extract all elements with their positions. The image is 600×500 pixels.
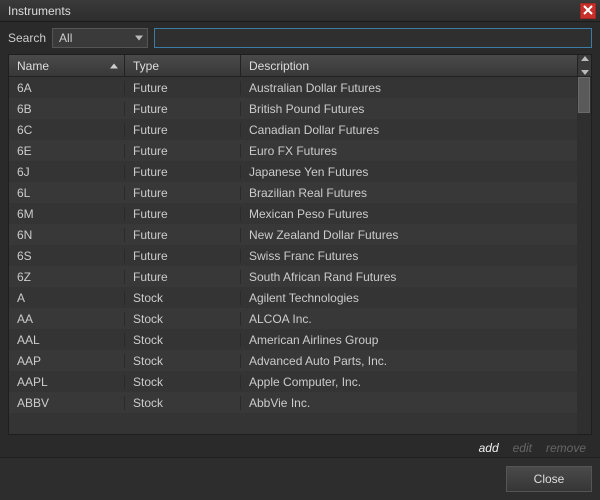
table-row[interactable]: 6NFutureNew Zealand Dollar Futures (9, 224, 577, 245)
table-row[interactable]: 6JFutureJapanese Yen Futures (9, 161, 577, 182)
column-header-description-label: Description (249, 59, 309, 73)
cell-description: Euro FX Futures (241, 144, 577, 158)
cell-name: 6Z (9, 270, 125, 284)
cell-type: Future (125, 228, 241, 242)
table-row[interactable]: ABBVStockAbbVie Inc. (9, 392, 577, 413)
table-row[interactable]: 6AFutureAustralian Dollar Futures (9, 77, 577, 98)
instruments-table: Name Type Description 6AFutureAustralian… (8, 54, 592, 435)
vertical-scrollbar[interactable] (577, 77, 591, 434)
table-row[interactable]: 6CFutureCanadian Dollar Futures (9, 119, 577, 140)
column-header-name-label: Name (17, 59, 49, 73)
table-row[interactable]: 6LFutureBrazilian Real Futures (9, 182, 577, 203)
cell-type: Future (125, 207, 241, 221)
cell-description: Australian Dollar Futures (241, 81, 577, 95)
cell-type: Future (125, 81, 241, 95)
add-link[interactable]: add (479, 441, 499, 455)
scroll-buttons (577, 55, 591, 76)
cell-type: Future (125, 249, 241, 263)
table-row[interactable]: 6EFutureEuro FX Futures (9, 140, 577, 161)
cell-name: AAL (9, 333, 125, 347)
cell-description: British Pound Futures (241, 102, 577, 116)
cell-description: AbbVie Inc. (241, 396, 577, 410)
cell-type: Stock (125, 333, 241, 347)
cell-type: Stock (125, 312, 241, 326)
cell-type: Stock (125, 354, 241, 368)
cell-name: 6N (9, 228, 125, 242)
cell-name: 6M (9, 207, 125, 221)
column-header-type-label: Type (133, 59, 159, 73)
table-header: Name Type Description (9, 55, 591, 77)
cell-type: Future (125, 186, 241, 200)
cell-type: Future (125, 270, 241, 284)
cell-description: Agilent Technologies (241, 291, 577, 305)
table-row[interactable]: AAPLStockApple Computer, Inc. (9, 371, 577, 392)
cell-name: AAP (9, 354, 125, 368)
search-input[interactable] (154, 28, 592, 48)
column-header-name[interactable]: Name (9, 55, 125, 76)
titlebar[interactable]: Instruments (0, 0, 600, 22)
cell-type: Stock (125, 375, 241, 389)
cell-description: Apple Computer, Inc. (241, 375, 577, 389)
cell-type: Future (125, 165, 241, 179)
cell-name: 6J (9, 165, 125, 179)
dialog-footer: Close (0, 457, 600, 500)
cell-description: Advanced Auto Parts, Inc. (241, 354, 577, 368)
scrollbar-thumb[interactable] (578, 77, 590, 113)
cell-name: 6A (9, 81, 125, 95)
cell-description: South African Rand Futures (241, 270, 577, 284)
cell-description: Brazilian Real Futures (241, 186, 577, 200)
cell-description: American Airlines Group (241, 333, 577, 347)
cell-name: AA (9, 312, 125, 326)
search-label: Search (8, 31, 46, 45)
table-row[interactable]: 6SFutureSwiss Franc Futures (9, 245, 577, 266)
cell-type: Future (125, 123, 241, 137)
search-bar: Search All (0, 22, 600, 54)
window-close-button[interactable] (580, 3, 596, 19)
cell-name: 6C (9, 123, 125, 137)
table-row[interactable]: 6MFutureMexican Peso Futures (9, 203, 577, 224)
table-row[interactable]: AStockAgilent Technologies (9, 287, 577, 308)
column-header-type[interactable]: Type (125, 55, 241, 76)
window-title: Instruments (8, 4, 71, 18)
cell-type: Future (125, 102, 241, 116)
table-row[interactable]: AAPStockAdvanced Auto Parts, Inc. (9, 350, 577, 371)
cell-description: New Zealand Dollar Futures (241, 228, 577, 242)
edit-link[interactable]: edit (513, 441, 532, 455)
table-body: 6AFutureAustralian Dollar Futures6BFutur… (9, 77, 577, 434)
sort-asc-icon (110, 63, 118, 68)
cell-type: Stock (125, 396, 241, 410)
chevron-down-icon (135, 36, 143, 41)
cell-name: AAPL (9, 375, 125, 389)
table-row[interactable]: 6ZFutureSouth African Rand Futures (9, 266, 577, 287)
cell-type: Future (125, 144, 241, 158)
cell-description: Canadian Dollar Futures (241, 123, 577, 137)
row-actions: add edit remove (0, 435, 600, 457)
close-button-label: Close (534, 472, 565, 486)
cell-description: Japanese Yen Futures (241, 165, 577, 179)
column-header-description[interactable]: Description (241, 55, 577, 76)
table-row[interactable]: AALStockAmerican Airlines Group (9, 329, 577, 350)
cell-name: ABBV (9, 396, 125, 410)
cell-description: Mexican Peso Futures (241, 207, 577, 221)
cell-name: 6L (9, 186, 125, 200)
scroll-down-icon[interactable] (581, 70, 589, 75)
cell-description: Swiss Franc Futures (241, 249, 577, 263)
cell-name: 6E (9, 144, 125, 158)
remove-link[interactable]: remove (546, 441, 586, 455)
cell-name: 6S (9, 249, 125, 263)
search-filter-select[interactable]: All (52, 28, 148, 48)
scroll-up-icon[interactable] (581, 56, 589, 61)
cell-name: 6B (9, 102, 125, 116)
cell-name: A (9, 291, 125, 305)
cell-type: Stock (125, 291, 241, 305)
close-icon (583, 4, 593, 18)
table-row[interactable]: 6BFutureBritish Pound Futures (9, 98, 577, 119)
table-row[interactable]: AAStockALCOA Inc. (9, 308, 577, 329)
close-button[interactable]: Close (506, 466, 592, 492)
cell-description: ALCOA Inc. (241, 312, 577, 326)
search-filter-value: All (59, 31, 72, 45)
